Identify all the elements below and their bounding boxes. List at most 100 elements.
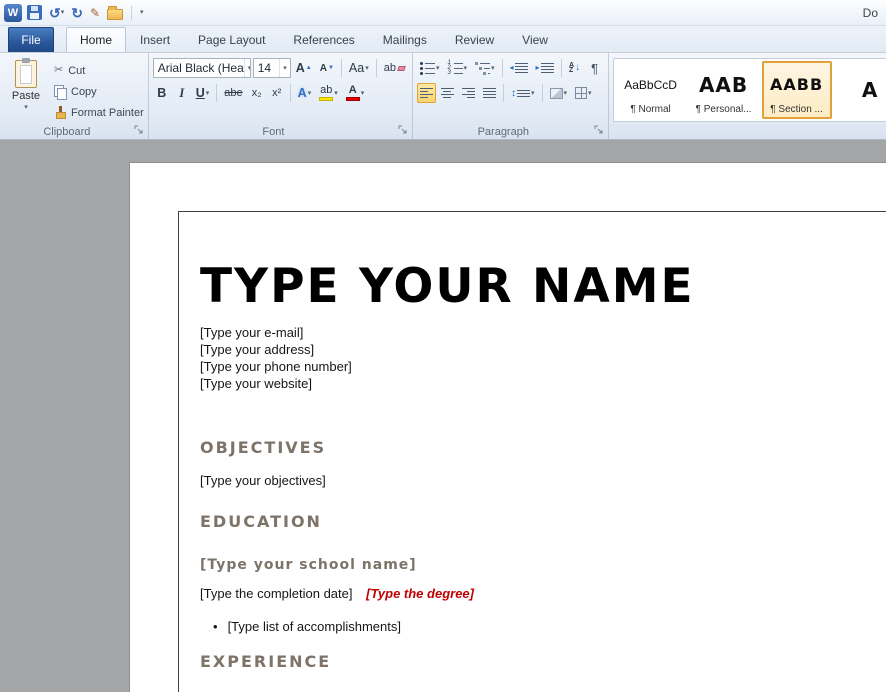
copy-button[interactable]: Copy (54, 84, 144, 99)
underline-dropdown-icon[interactable]: ▾ (206, 90, 210, 97)
tab-view[interactable]: View (508, 27, 562, 52)
open-button[interactable] (105, 3, 125, 23)
education-heading[interactable]: EDUCATION (200, 512, 878, 531)
word-logo-icon[interactable]: W (4, 4, 22, 22)
show-hide-paragraph-button[interactable]: ¶ (586, 58, 604, 78)
style-section-label: ¶ Section ... (770, 104, 823, 115)
style-personal-label: ¶ Personal... (696, 104, 752, 115)
style-normal[interactable]: AaBbCcD ¶ Normal (616, 61, 686, 119)
grow-font-button[interactable]: A▲ (293, 58, 315, 78)
accomplishment-item[interactable]: • [Type list of accomplishments] (200, 619, 878, 634)
save-button[interactable] (25, 3, 44, 23)
text-effects-dropdown-icon[interactable]: ▾ (308, 90, 312, 97)
line-spacing-dropdown-icon[interactable]: ▾ (531, 90, 535, 97)
style-personal[interactable]: AAB ¶ Personal... (689, 61, 759, 119)
shrink-font-button[interactable]: A▼ (317, 58, 337, 78)
line-spacing-button[interactable]: ↕ ▾ (508, 83, 538, 103)
school-name-placeholder[interactable]: [Type your school name] (200, 557, 878, 573)
tab-insert[interactable]: Insert (126, 27, 184, 52)
degree-placeholder[interactable]: [Type the degree] (366, 586, 474, 601)
format-painter-button[interactable]: Format Painter (54, 105, 144, 120)
cut-button[interactable]: ✂ Cut (54, 63, 144, 78)
font-name-combo[interactable]: Arial Black (Hea ▾ (153, 58, 251, 78)
font-dialog-launcher-icon[interactable] (398, 125, 409, 136)
numbering-dropdown-icon[interactable]: ▾ (464, 65, 468, 72)
paste-button[interactable]: Paste ▾ (4, 58, 48, 120)
strikethrough-button[interactable]: abe (221, 83, 245, 103)
tab-home[interactable]: Home (66, 27, 126, 52)
completion-date-placeholder[interactable]: [Type the completion date] (200, 586, 352, 601)
font-color-dropdown-icon[interactable]: ▾ (361, 90, 365, 97)
sort-arrow-icon: ↓ (575, 63, 580, 73)
undo-dropdown-icon[interactable]: ▾ (61, 9, 65, 16)
change-case-dropdown-icon[interactable]: ▾ (365, 65, 369, 72)
font-name-dropdown-icon[interactable]: ▾ (244, 59, 251, 77)
align-right-button[interactable] (459, 83, 478, 103)
paste-dropdown-icon[interactable]: ▾ (24, 104, 28, 111)
highlight-dropdown-icon[interactable]: ▾ (334, 90, 338, 97)
paste-clipboard-icon (15, 60, 37, 88)
experience-heading[interactable]: EXPERIENCE (200, 652, 878, 671)
customize-quick-access-button[interactable]: ▾ (138, 3, 146, 23)
objectives-placeholder[interactable]: [Type your objectives] (200, 473, 878, 488)
change-case-button[interactable]: Aa▾ (346, 58, 372, 78)
shading-button[interactable]: ▾ (547, 83, 571, 103)
borders-button[interactable]: ▾ (572, 83, 595, 103)
website-placeholder[interactable]: [Type your website] (200, 375, 878, 392)
increase-indent-button[interactable]: ▸ (533, 58, 557, 78)
font-size-dropdown-icon[interactable]: ▾ (279, 59, 290, 77)
font-name-value: Arial Black (Hea (158, 61, 244, 75)
sort-button[interactable]: AZ ↓ (566, 58, 584, 78)
multilevel-list-button[interactable]: ▾ (472, 58, 498, 78)
draw-ink-button[interactable]: ✎ (88, 3, 102, 23)
tab-review[interactable]: Review (441, 27, 508, 52)
objectives-heading[interactable]: OBJECTIVES (200, 438, 878, 457)
paragraph-dialog-launcher-icon[interactable] (594, 125, 605, 136)
italic-button[interactable]: I (173, 83, 191, 103)
word-window: W ↺ ▾ ↻ ✎ ▾ Do File Home Insert Page Lay… (0, 0, 886, 692)
style-partial[interactable]: A (835, 61, 886, 119)
align-left-button[interactable] (417, 83, 436, 103)
tab-mailings[interactable]: Mailings (369, 27, 441, 52)
align-center-button[interactable] (438, 83, 457, 103)
font-color-button[interactable]: A ▾ (343, 83, 368, 103)
email-placeholder[interactable]: [Type your e-mail] (200, 324, 878, 341)
tab-file[interactable]: File (8, 27, 54, 52)
superscript-button[interactable]: x² (268, 83, 286, 103)
justify-button[interactable] (480, 83, 499, 103)
decrease-indent-button[interactable]: ◂ (507, 58, 531, 78)
text-effects-button[interactable]: A▾ (295, 83, 315, 103)
name-placeholder[interactable]: TYPE YOUR NAME (200, 262, 878, 311)
tab-references[interactable]: References (279, 27, 368, 52)
clear-formatting-button[interactable]: ab (381, 58, 408, 78)
undo-button[interactable]: ↺ ▾ (47, 3, 66, 23)
subscript-button[interactable]: x₂ (248, 83, 266, 103)
shading-dropdown-icon[interactable]: ▾ (564, 90, 568, 97)
highlight-color-button[interactable]: ab ▾ (316, 83, 341, 103)
accomplishment-placeholder[interactable]: [Type list of accomplishments] (228, 619, 401, 634)
line-spacing-arrows-icon: ↕ (511, 88, 516, 99)
underline-button[interactable]: U▾ (193, 83, 213, 103)
document-page[interactable]: TYPE YOUR NAME [Type your e-mail] [Type … (130, 163, 886, 692)
numbering-button[interactable]: 123 ▾ (445, 58, 471, 78)
bullets-dropdown-icon[interactable]: ▾ (436, 65, 440, 72)
tab-page-layout[interactable]: Page Layout (184, 27, 279, 52)
text-effects-letter: A (298, 86, 307, 100)
address-placeholder[interactable]: [Type your address] (200, 341, 878, 358)
font-size-combo[interactable]: 14 ▾ (253, 58, 291, 78)
title-bar: W ↺ ▾ ↻ ✎ ▾ Do (0, 0, 886, 26)
redo-button[interactable]: ↻ (69, 3, 85, 23)
multilevel-dropdown-icon[interactable]: ▾ (491, 65, 495, 72)
borders-dropdown-icon[interactable]: ▾ (588, 90, 592, 97)
style-section[interactable]: AABB ¶ Section ... (762, 61, 832, 119)
bold-button[interactable]: B (153, 83, 171, 103)
separator (542, 84, 543, 102)
style-normal-preview: AaBbCcD (624, 65, 677, 104)
shading-bucket-icon (550, 88, 563, 99)
bold-letter: B (157, 86, 166, 100)
bullets-button[interactable]: ▾ (417, 58, 443, 78)
subscript-letters: x₂ (252, 87, 262, 99)
style-section-preview: AABB (770, 65, 823, 104)
clipboard-dialog-launcher-icon[interactable] (134, 125, 145, 136)
phone-placeholder[interactable]: [Type your phone number] (200, 358, 878, 375)
